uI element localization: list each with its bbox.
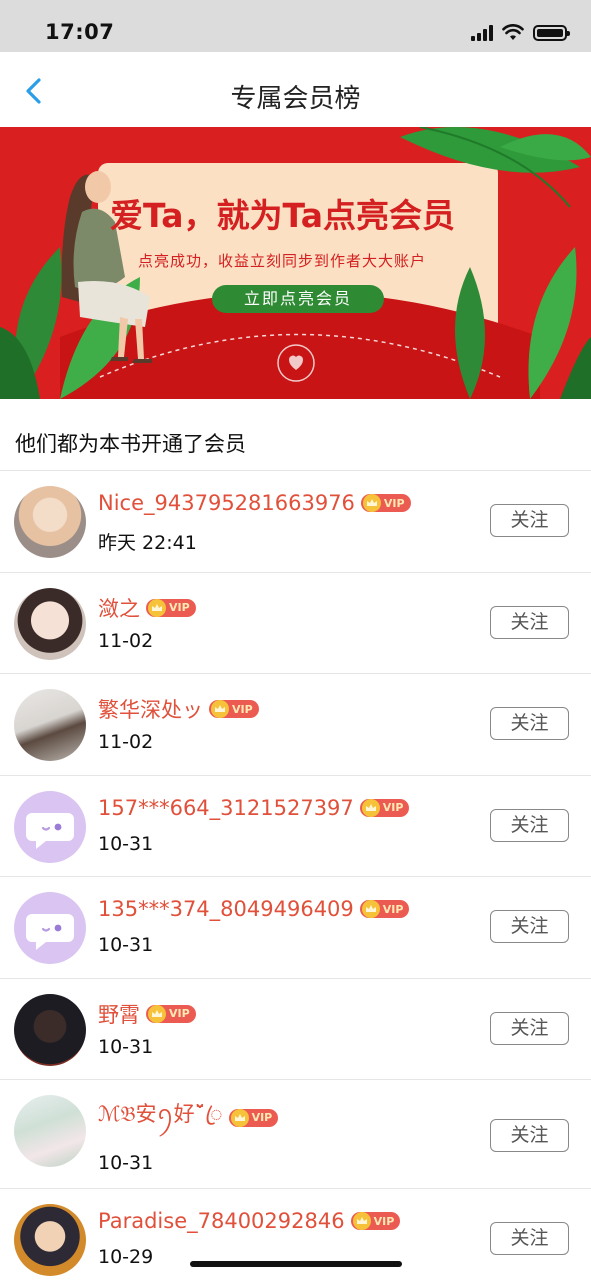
member-name[interactable]: 繁华深处ッ (98, 694, 203, 724)
crown-icon (361, 798, 380, 817)
member-join-date: 昨天 22:41 (98, 532, 197, 554)
avatar[interactable] (14, 689, 86, 761)
promo-banner[interactable]: 爱Ta，就为Ta点亮会员 点亮成功，收益立刻同步到作者大大账户 立即点亮会员 (0, 127, 591, 399)
member-name[interactable]: Nice_943795281663976 (98, 491, 355, 515)
avatar[interactable] (14, 1204, 86, 1276)
avatar[interactable] (14, 892, 86, 964)
navigation-bar: 专属会员榜 (0, 52, 591, 127)
crown-icon (230, 1108, 249, 1127)
vip-label: VIP (382, 801, 404, 814)
member-name[interactable]: 野霄 (98, 999, 140, 1029)
member-row[interactable]: Nice_943795281663976 VIP 昨天 22:41 关注 (0, 471, 591, 573)
avatar[interactable] (14, 486, 86, 558)
vip-badge: VIP (228, 1108, 279, 1127)
member-name-group: 157***664_3121527397 VIP (98, 796, 410, 820)
member-name-group: ℳ𝔅安ꪆ好ˇ̆̈ꦿ VIP (98, 1094, 279, 1141)
member-name-group: 野霄 VIP (98, 999, 196, 1029)
crown-icon (361, 900, 380, 918)
light-up-vip-button[interactable]: 立即点亮会员 (212, 285, 384, 313)
member-name-group: 潋之 VIP (98, 593, 196, 623)
follow-button[interactable]: 关注 (490, 504, 569, 537)
member-row[interactable]: 潋之 VIP 11-02 关注 (0, 573, 591, 674)
status-time: 17:07 (45, 20, 115, 44)
page-title: 专属会员榜 (230, 84, 361, 114)
member-name[interactable]: 潋之 (98, 593, 140, 623)
member-name[interactable]: ℳ𝔅安ꪆ好ˇ̆̈ꦿ (98, 1094, 223, 1141)
vip-label: VIP (373, 1214, 395, 1228)
vip-badge: VIP (146, 1004, 196, 1023)
wifi-icon (502, 24, 524, 40)
follow-button[interactable]: 关注 (490, 1011, 569, 1045)
follow-button[interactable]: 关注 (490, 910, 569, 943)
default-chat-avatar-icon (26, 914, 74, 950)
member-name-group: 135***374_8049496409 VIP (98, 897, 410, 921)
member-row[interactable]: 野霄 VIP 10-31 关注 (0, 979, 591, 1080)
vip-label: VIP (169, 1007, 190, 1020)
vip-label: VIP (383, 496, 405, 510)
banner-subtitle: 点亮成功，收益立刻同步到作者大大账户 (138, 252, 427, 270)
member-row[interactable]: ℳ𝔅安ꪆ好ˇ̆̈ꦿ VIP 10-31 关注 (0, 1080, 591, 1189)
crown-icon (211, 700, 229, 718)
vip-badge: VIP (359, 900, 410, 918)
member-join-date: 10-31 (98, 934, 154, 956)
member-join-date: 10-31 (98, 832, 154, 855)
follow-button[interactable]: 关注 (490, 808, 569, 842)
vip-badge: VIP (209, 700, 259, 718)
member-join-date: 10-29 (98, 1246, 154, 1268)
follow-button[interactable]: 关注 (490, 707, 569, 740)
member-row[interactable]: 繁华深处ッ VIP 11-02 关注 (0, 674, 591, 776)
vip-badge: VIP (360, 494, 411, 512)
member-row[interactable]: 157***664_3121527397 VIP 10-31 关注 (0, 776, 591, 877)
member-join-date: 10-31 (98, 1035, 154, 1058)
member-list: Nice_943795281663976 VIP 昨天 22:41 关注 潋之 VIP 11… (0, 471, 591, 1280)
avatar[interactable] (14, 790, 86, 863)
member-join-date: 10-31 (98, 1152, 154, 1174)
battery-icon (533, 24, 570, 41)
member-name-group: Paradise_78400292846 VIP (98, 1209, 401, 1233)
avatar[interactable] (14, 587, 86, 660)
banner-headline: 爱Ta，就为Ta点亮会员 (110, 196, 456, 235)
crown-icon (148, 598, 166, 617)
vip-label: VIP (251, 1111, 273, 1124)
default-chat-avatar-icon (26, 812, 74, 849)
vip-badge: VIP (146, 598, 196, 617)
member-join-date: 11-02 (98, 731, 154, 753)
vip-badge: VIP (350, 1212, 401, 1230)
follow-button[interactable]: 关注 (490, 605, 569, 639)
cellular-signal-icon (471, 24, 493, 41)
vip-badge: VIP (359, 798, 410, 817)
member-name-group: Nice_943795281663976 VIP (98, 491, 411, 515)
member-row[interactable]: 135***374_8049496409 VIP 10-31 关注 (0, 877, 591, 979)
status-icons (471, 24, 570, 41)
avatar[interactable] (14, 993, 86, 1066)
status-bar: 17:07 (0, 0, 591, 52)
member-name[interactable]: 157***664_3121527397 (98, 796, 354, 820)
member-name-group: 繁华深处ッ VIP (98, 694, 259, 724)
vip-label: VIP (382, 902, 404, 916)
crown-icon (352, 1212, 371, 1230)
member-name[interactable]: Paradise_78400292846 (98, 1209, 345, 1233)
section-title: 他们都为本书开通了会员 (15, 432, 246, 456)
vip-label: VIP (169, 601, 190, 614)
crown-icon (148, 1004, 166, 1023)
follow-button[interactable]: 关注 (490, 1119, 569, 1152)
home-indicator[interactable] (190, 1261, 402, 1267)
crown-icon (362, 494, 381, 512)
avatar[interactable] (14, 1095, 86, 1167)
member-join-date: 11-02 (98, 629, 154, 652)
vip-label: VIP (232, 702, 253, 716)
member-name[interactable]: 135***374_8049496409 (98, 897, 354, 921)
follow-button[interactable]: 关注 (490, 1222, 569, 1255)
